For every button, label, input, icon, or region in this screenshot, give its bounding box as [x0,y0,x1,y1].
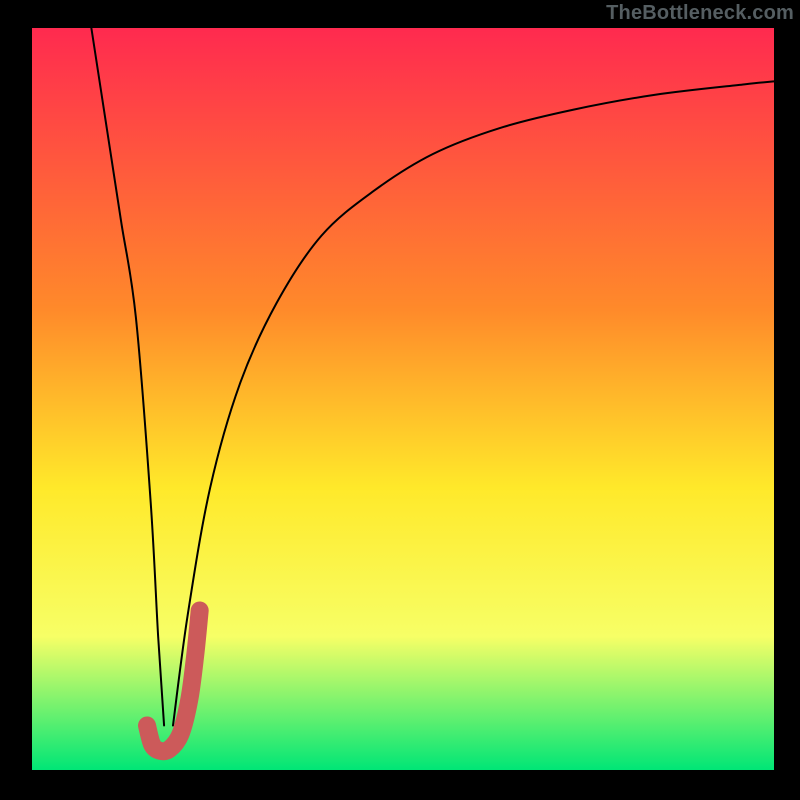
watermark-text: TheBottleneck.com [606,2,794,25]
bottleneck-chart [0,0,800,800]
chart-container: TheBottleneck.com [0,0,800,800]
